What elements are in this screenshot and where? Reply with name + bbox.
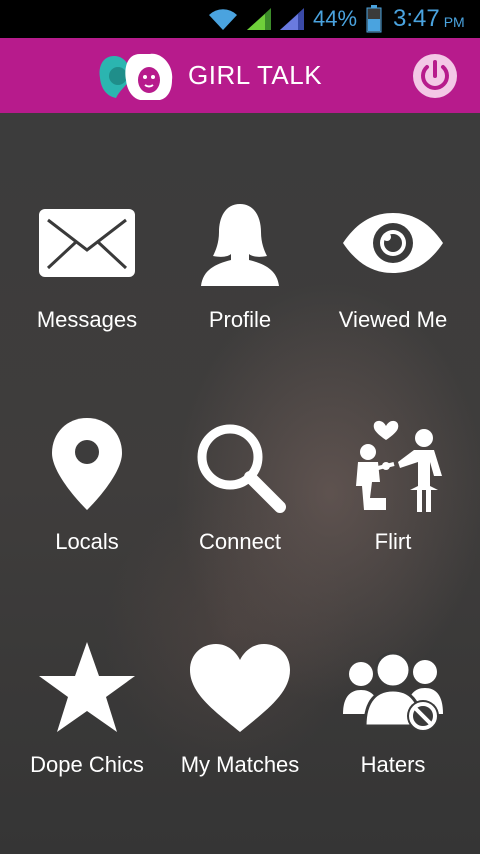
battery-icon — [366, 0, 382, 38]
menu-label-messages: Messages — [36, 307, 138, 332]
magnifier-icon — [160, 421, 320, 513]
clock-ampm: PM — [443, 14, 465, 30]
wifi-icon — [206, 0, 240, 38]
menu-label-connect: Connect — [199, 529, 281, 554]
map-pin-icon — [7, 416, 167, 512]
menu-item-flirt[interactable]: Flirt — [313, 416, 473, 556]
eye-icon — [313, 211, 473, 275]
envelope-icon — [7, 208, 167, 278]
blocked-users-icon — [313, 648, 473, 734]
menu-label-locals: Locals — [55, 529, 119, 554]
girls-logo-icon — [96, 50, 176, 102]
menu-label-viewed-me: Viewed Me — [338, 307, 448, 332]
menu-label-profile: Profile — [208, 307, 272, 332]
menu-item-connect[interactable]: Connect — [160, 416, 320, 556]
status-bar: 44% 3:47 PM — [0, 0, 480, 38]
star-icon — [7, 640, 167, 734]
person-silhouette-icon — [160, 200, 320, 290]
menu-item-dope-chics[interactable]: Dope Chics — [7, 640, 167, 780]
battery-percent: 44% — [313, 6, 358, 31]
proposal-icon — [313, 416, 473, 516]
app-title: GIRL TALK — [188, 60, 323, 90]
menu-label-dope-chics: Dope Chics — [30, 752, 144, 777]
power-icon[interactable] — [412, 53, 458, 99]
menu-grid: Messages Profile Viewed Me Locals Connec… — [0, 113, 480, 854]
menu-item-profile[interactable]: Profile — [160, 203, 320, 333]
signal-icon — [278, 0, 306, 38]
heart-icon — [160, 642, 320, 734]
app-bar: GIRL TALK — [0, 38, 480, 113]
menu-label-flirt: Flirt — [374, 529, 412, 554]
clock-time: 3:47 — [393, 5, 440, 32]
menu-item-locals[interactable]: Locals — [7, 416, 167, 556]
menu-item-messages[interactable]: Messages — [7, 203, 167, 333]
menu-item-my-matches[interactable]: My Matches — [160, 640, 320, 780]
menu-item-viewed-me[interactable]: Viewed Me — [313, 203, 473, 333]
menu-label-haters: Haters — [360, 752, 426, 777]
menu-item-haters[interactable]: Haters — [313, 640, 473, 780]
menu-label-my-matches: My Matches — [180, 752, 300, 777]
signal-icon — [245, 0, 273, 38]
